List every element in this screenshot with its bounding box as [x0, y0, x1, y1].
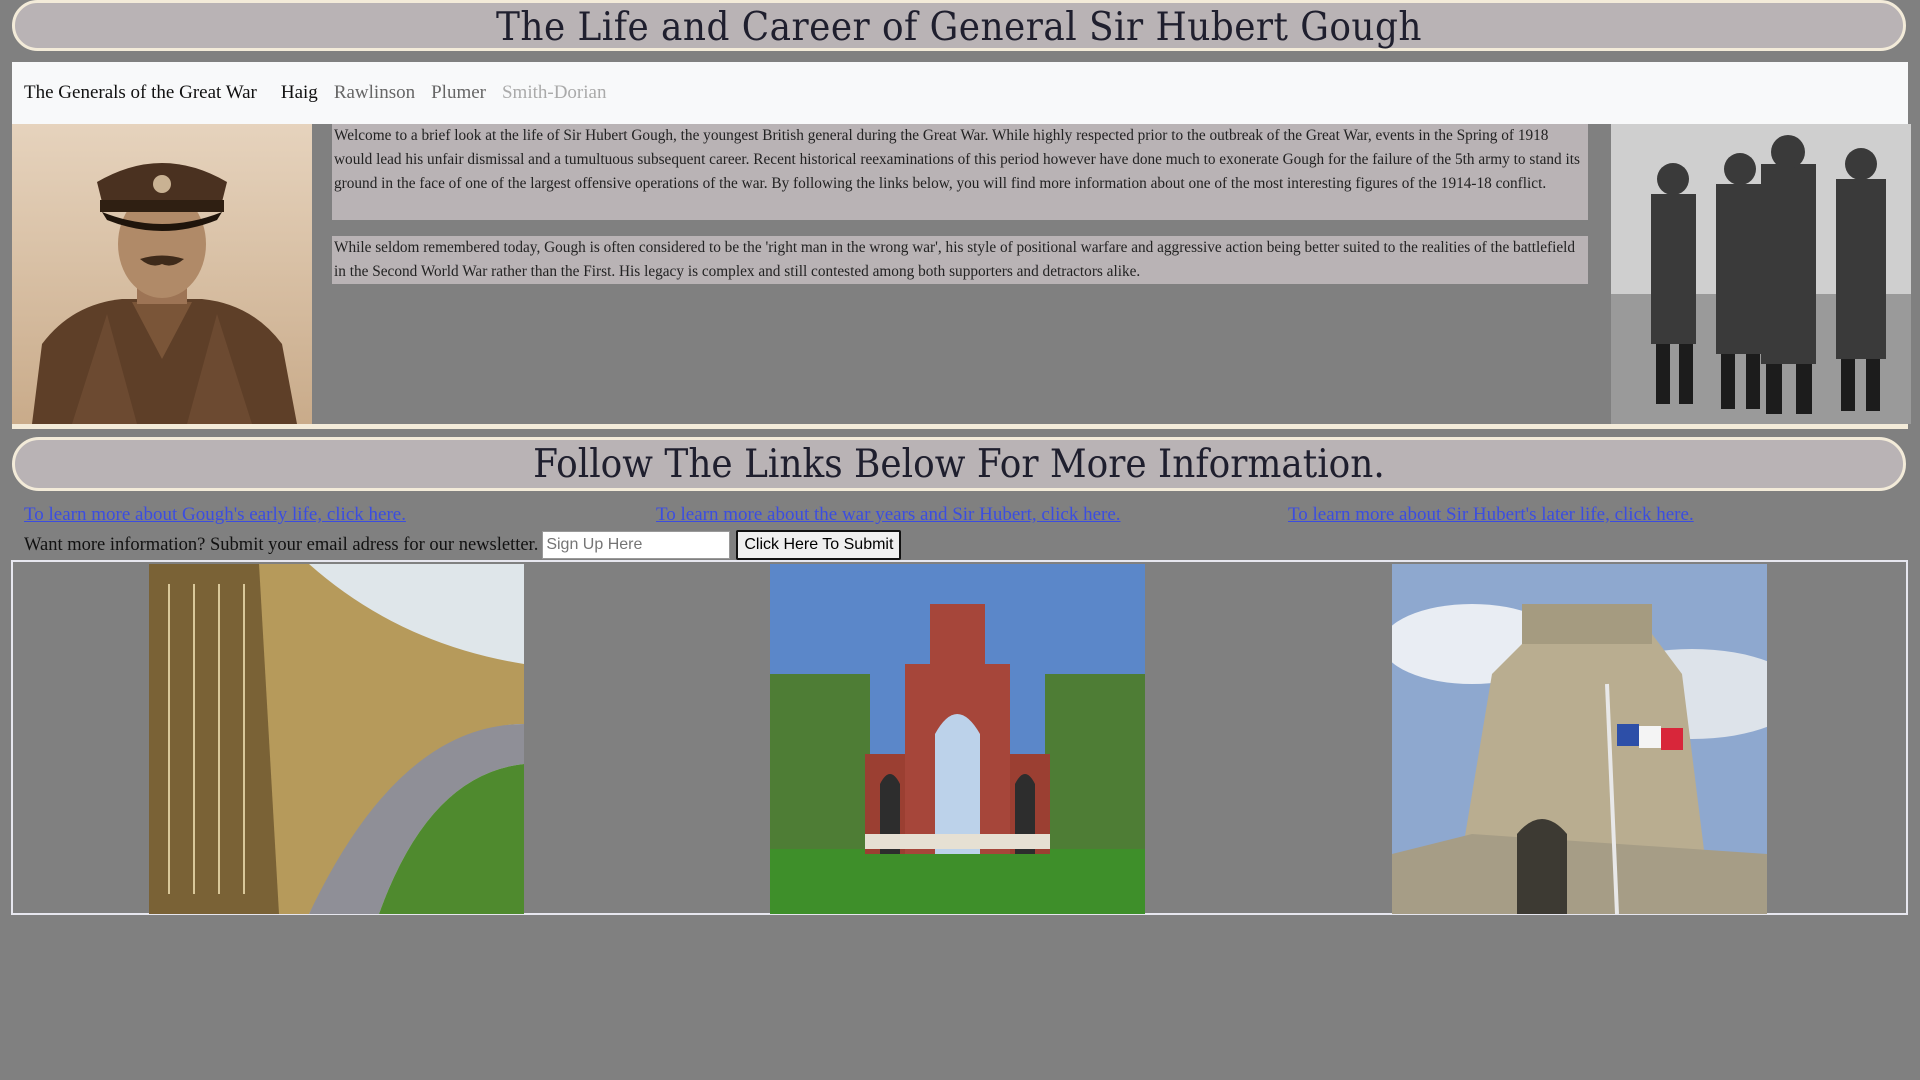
- newsletter-form: Want more information? Submit your email…: [24, 529, 902, 561]
- nav-item-rawlinson[interactable]: Rawlinson: [334, 82, 415, 104]
- link-early-life[interactable]: To learn more about Gough's early life, …: [24, 504, 406, 526]
- newsletter-email-input[interactable]: [542, 531, 731, 559]
- intro-paragraph-2: While seldom remembered today, Gough is …: [332, 236, 1588, 284]
- gough-portrait-image: [12, 124, 312, 424]
- section-divider: [12, 424, 1908, 429]
- nav-item-plumer[interactable]: Plumer: [431, 82, 486, 104]
- intro-section: Welcome to a brief look at the life of S…: [12, 124, 1911, 424]
- memorial-tower-image: [1392, 564, 1767, 914]
- intro-paragraph-1: Welcome to a brief look at the life of S…: [332, 124, 1588, 220]
- links-heading-banner: Follow The Links Below For More Informat…: [12, 437, 1906, 491]
- nav-item-smith-dorian: Smith-Dorian: [501, 82, 607, 103]
- links-heading: Follow The Links Below For More Informat…: [533, 442, 1385, 487]
- memorial-gallery: [11, 560, 1908, 915]
- newsletter-submit-button[interactable]: Click Here To Submit: [736, 530, 902, 560]
- page-title-banner: The Life and Career of General Sir Huber…: [12, 0, 1906, 51]
- top-navbar: The Generals of the Great War Haig Rawli…: [12, 62, 1908, 124]
- newsletter-prompt: Want more information? Submit your email…: [24, 534, 539, 555]
- link-later-life[interactable]: To learn more about Sir Hubert's later l…: [1288, 504, 1694, 526]
- navbar-brand[interactable]: The Generals of the Great War: [24, 82, 257, 104]
- thiepval-memorial-image: [770, 564, 1145, 914]
- generals-group-photo: [1611, 124, 1911, 424]
- nav-item-haig[interactable]: Haig: [281, 82, 318, 104]
- page-title: The Life and Career of General Sir Huber…: [495, 5, 1423, 50]
- memorial-wall-image: [149, 564, 524, 914]
- link-war-years[interactable]: To learn more about the war years and Si…: [656, 504, 1121, 526]
